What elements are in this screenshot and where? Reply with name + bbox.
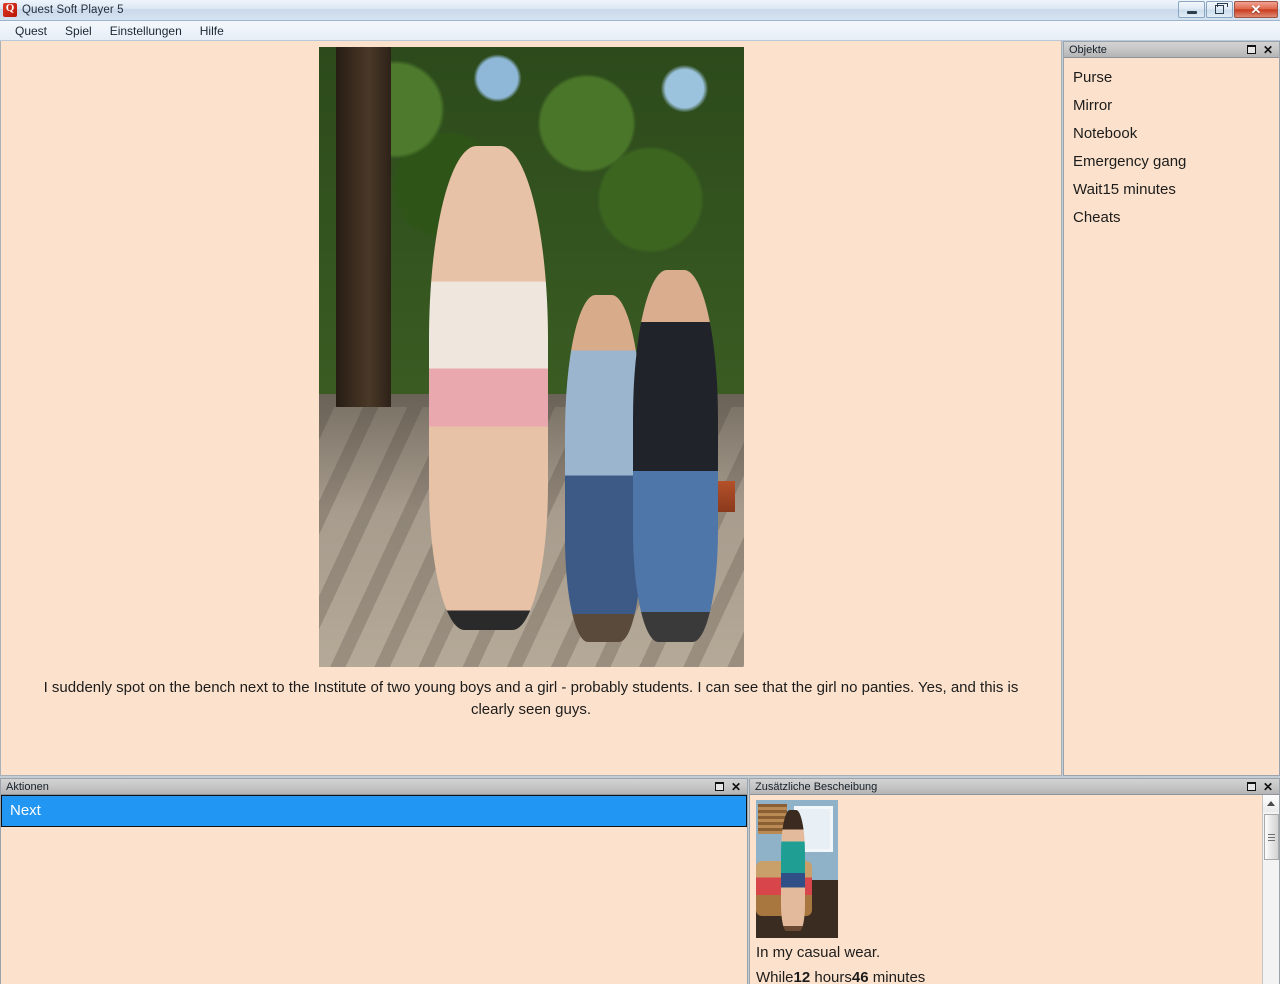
close-icon: ✕ [1250,2,1262,17]
main-view-panel: I suddenly spot on the bench next to the… [0,41,1062,776]
object-item-cheats[interactable]: Cheats [1064,204,1279,232]
portrait-photo-placeholder [756,800,838,938]
description-content: In my casual wear. While12 hours46 minut… [750,795,1262,984]
time-hours-value: 12 [793,969,811,984]
actions-panel-buttons: ✕ [714,781,744,793]
menubar: Quest Spiel Einstellungen Hilfe [0,21,1280,41]
actions-panel-body: Next [1,795,747,984]
story-text: I suddenly spot on the bench next to the… [43,679,1019,718]
objects-panel-header: Objekte ✕ [1064,42,1279,58]
menu-item-hilfe[interactable]: Hilfe [191,22,233,40]
object-item-emergency-gang[interactable]: Emergency gang [1064,148,1279,176]
close-icon[interactable]: ✕ [1263,781,1273,793]
main-scene-image [318,47,744,667]
scene-photo-placeholder [318,47,744,667]
scrollbar-thumb[interactable] [1263,814,1279,860]
app-icon [3,2,17,17]
description-scrollbar[interactable] [1262,795,1279,984]
time-minutes-unit: minutes [868,969,926,984]
minimize-button[interactable] [1178,1,1205,18]
tree-trunk [335,47,391,419]
action-item-next[interactable]: Next [1,795,747,827]
figure-seated-right [633,270,718,643]
objects-panel: Objekte ✕ Purse Mirror Notebook Emergenc… [1063,41,1280,776]
restore-icon[interactable] [714,781,725,791]
object-item-mirror[interactable]: Mirror [1064,92,1279,120]
time-prefix: While [756,969,794,984]
objects-panel-buttons: ✕ [1246,44,1276,56]
actions-list: Next [1,795,747,827]
object-item-purse[interactable]: Purse [1064,64,1279,92]
description-panel-header: Zusätzliche Bescheibung ✕ [750,779,1279,795]
description-line-clothing: In my casual wear. [756,944,881,961]
close-icon[interactable]: ✕ [1263,44,1273,56]
actions-panel-title: Aktionen [6,780,49,793]
menu-item-spiel[interactable]: Spiel [56,22,101,40]
minimize-icon [1186,10,1197,14]
actions-panel-header: Aktionen ✕ [1,779,747,795]
actions-panel: Aktionen ✕ Next [0,778,748,984]
menu-item-einstellungen[interactable]: Einstellungen [101,22,191,40]
scrollbar-grip-icon [1267,833,1275,841]
objects-panel-title: Objekte [1069,43,1107,56]
application-window: Quest Soft Player 5 ✕ Quest Spiel Einste… [0,0,1280,984]
restore-icon[interactable] [1246,44,1257,54]
character-figure [780,809,806,932]
time-hours-unit: hours [810,969,852,984]
workspace: I suddenly spot on the bench next to the… [0,41,1280,984]
description-panel: Zusätzliche Bescheibung ✕ In my casual w… [749,778,1280,984]
window-controls: ✕ [1178,1,1278,18]
scrollbar-track[interactable] [1262,812,1279,984]
object-item-wait15-minutes[interactable]: Wait15 minutes [1064,176,1279,204]
close-icon[interactable]: ✕ [731,781,741,793]
objects-panel-body: Purse Mirror Notebook Emergency gang Wai… [1064,58,1279,775]
scroll-up-button[interactable] [1262,795,1279,812]
titlebar: Quest Soft Player 5 ✕ [0,0,1280,21]
window-title: Quest Soft Player 5 [22,4,124,16]
scroll-up-icon [1267,801,1275,806]
figure-seated-left [565,295,642,643]
maximize-button[interactable] [1206,1,1233,18]
restore-icon[interactable] [1246,781,1257,791]
menu-item-quest[interactable]: Quest [6,22,56,40]
objects-list: Purse Mirror Notebook Emergency gang Wai… [1064,58,1279,232]
figure-standing [429,146,548,630]
character-thumbnail [756,800,838,938]
description-panel-body: In my casual wear. While12 hours46 minut… [750,795,1279,984]
time-minutes-value: 46 [851,969,869,984]
object-item-notebook[interactable]: Notebook [1064,120,1279,148]
description-line-time: While12 hours46 minutes [756,967,1262,984]
close-button[interactable]: ✕ [1234,1,1278,18]
main-view-body: I suddenly spot on the bench next to the… [0,41,1062,776]
maximize-icon [1215,3,1228,14]
description-panel-title: Zusätzliche Bescheibung [755,780,878,793]
description-panel-buttons: ✕ [1246,781,1276,793]
